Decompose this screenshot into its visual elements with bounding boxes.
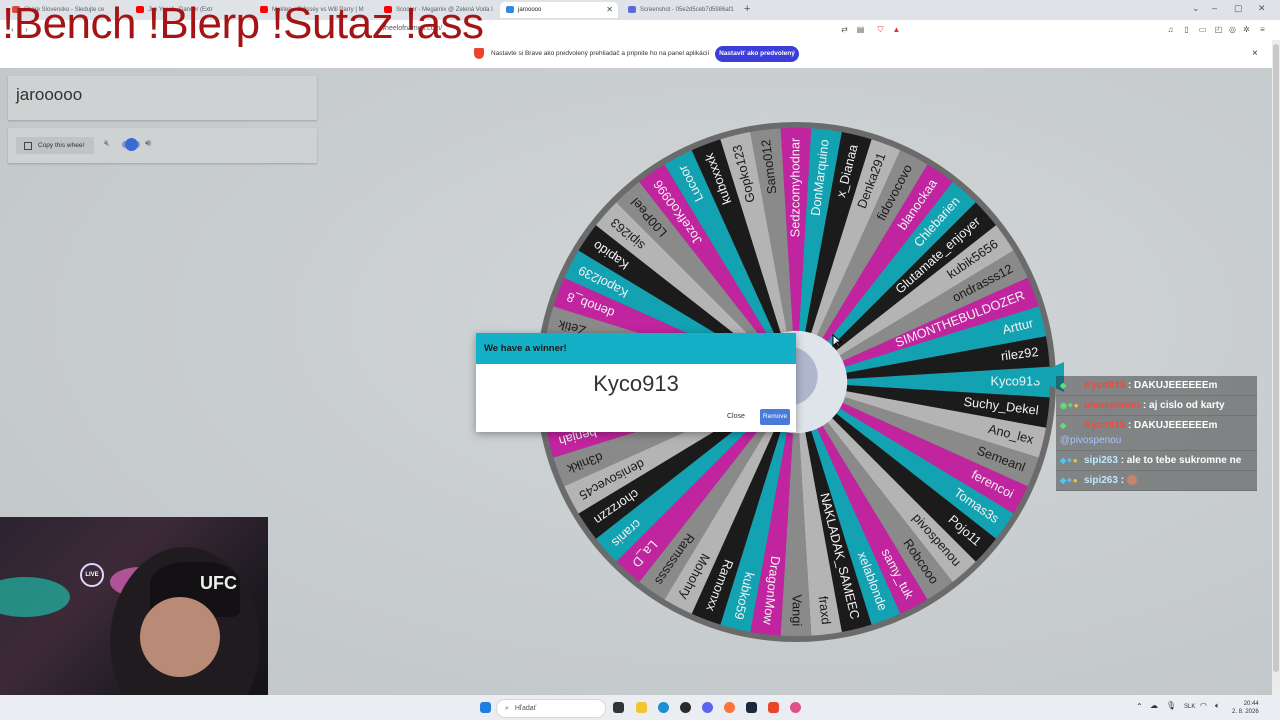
brave-rewards-icon[interactable]: ▲	[892, 25, 901, 34]
translate-icon[interactable]: ⇄	[840, 25, 849, 34]
chat-username: Kyco913	[1084, 420, 1126, 431]
obs-icon[interactable]	[680, 702, 691, 713]
taskbar-clock[interactable]: 20:44 2. 8. 2026	[1232, 700, 1259, 716]
tab-favicon-icon	[506, 5, 514, 13]
wheel-title-card: jarooooo	[8, 76, 317, 120]
brave-shield-icon[interactable]: ⛉	[876, 25, 885, 34]
chat-message: ◆✦● sipi263 :	[1056, 471, 1257, 491]
tab-close-icon[interactable]: ✕	[606, 2, 613, 18]
chat-username: pivospenou	[1084, 400, 1141, 411]
infobar-text: Nastavte si Brave ako predvolený prehlia…	[491, 50, 710, 57]
chat-message: ◆✦● sipi263 : ale to tebe sukromne ne	[1056, 451, 1257, 471]
chat-message: ◆ Kyco913 : DAKUJEEEEEEm	[1056, 376, 1257, 396]
chat-badge-icon: ◆✦●	[1060, 476, 1078, 485]
chat-message: ◉✦● pivospenou : aj cislo od karty	[1056, 396, 1257, 416]
file-explorer-icon[interactable]	[636, 702, 647, 713]
wallet-icon[interactable]: ◰	[1214, 25, 1223, 34]
copy-icon	[24, 142, 32, 150]
speaker-icon[interactable]: 🔈︎	[1215, 701, 1220, 711]
page-scrollbar[interactable]	[1272, 40, 1280, 695]
live-badge-icon: LIVE	[80, 563, 104, 587]
steam-icon[interactable]	[746, 702, 757, 713]
webcam-face	[140, 597, 220, 677]
microphone-icon[interactable]: 🎙︎	[1166, 701, 1176, 710]
new-tab-button[interactable]: +	[744, 3, 750, 15]
chat-username: Kyco913	[1084, 380, 1126, 391]
scrollbar-thumb[interactable]	[1273, 44, 1279, 672]
reader-icon[interactable]: ▤	[856, 25, 865, 34]
wheel-entry-label: Vangi	[790, 594, 805, 626]
stream-overlay-title: !Bench !Blerp !Sutaz !ass	[2, 0, 484, 48]
music-icon[interactable]: ♫	[1166, 25, 1175, 34]
chat-badge-icon: ◆✦●	[1060, 456, 1078, 465]
winner-dialog-title: We have a winner!	[484, 343, 567, 354]
maximize-icon[interactable]: ▢	[1234, 3, 1243, 14]
wifi-icon[interactable]: ◠	[1200, 701, 1207, 710]
mouse-cursor-icon	[832, 334, 842, 348]
discord-icon[interactable]	[702, 702, 713, 713]
close-window-icon[interactable]: ✕	[1258, 3, 1266, 14]
chat-mention: @pivospenou	[1060, 435, 1122, 446]
chat-message: ◆ Kyco913 : DAKUJEEEEEEm @pivospenou	[1056, 416, 1257, 451]
task-view-icon[interactable]	[613, 702, 624, 713]
network-icon[interactable]: ☁	[1150, 701, 1158, 710]
leo-icon[interactable]: ✲	[1242, 25, 1251, 34]
sound-toggle-knob[interactable]	[125, 138, 138, 151]
tab[interactable]: jarooooo ✕	[500, 2, 618, 18]
winner-dialog: We have a winner! Kyco913 Close Remove	[476, 333, 796, 432]
remove-button[interactable]: Remove	[760, 409, 790, 425]
menu-icon[interactable]: ≡	[1258, 25, 1267, 34]
winner-dialog-header: We have a winner!	[476, 333, 796, 364]
chat-text: : aj cislo od karty	[1142, 400, 1225, 411]
copy-wheel-label: Copy this wheel	[38, 142, 84, 149]
chat-text: : DAKUJEEEEEEm	[1127, 380, 1218, 391]
clock-date: 2. 8. 2026	[1232, 709, 1259, 715]
app-icon[interactable]	[790, 702, 801, 713]
chat-text: : DAKUJEEEEEEm	[1127, 420, 1218, 431]
taskbar-search[interactable]: ⌕ Hľadať	[496, 699, 606, 718]
taskbar-search-placeholder: Hľadať	[514, 705, 537, 712]
firefox-icon[interactable]	[724, 702, 735, 713]
winner-name: Kyco913	[593, 371, 679, 396]
webcam-neon-light	[0, 577, 70, 617]
brave-icon[interactable]	[768, 702, 779, 713]
set-default-button[interactable]: Nastaviť ako predvolený	[715, 46, 799, 62]
volume-icon[interactable]: 🔊︎	[145, 138, 151, 149]
chat-badge-icon: ◆	[1060, 421, 1067, 430]
copy-wheel-button[interactable]: Copy this wheel	[16, 137, 94, 154]
tray-expand-icon[interactable]: ⌃	[1136, 702, 1143, 711]
ufc-logo: UFC	[200, 573, 237, 593]
wheel-title[interactable]: jarooooo	[16, 85, 82, 105]
minimize-icon[interactable]: –	[1212, 3, 1217, 13]
vpn-icon[interactable]: ◎	[1228, 25, 1237, 34]
infobar-close-icon[interactable]: ×	[1252, 48, 1258, 59]
webcam-overlay: LIVE UFC	[0, 517, 268, 720]
extensions-icon[interactable]: ▭	[1198, 25, 1207, 34]
language-indicator[interactable]: SLK	[1184, 704, 1195, 710]
brave-logo-icon	[474, 48, 484, 59]
chat-username: sipi263	[1084, 455, 1118, 466]
tab-favicon-icon	[628, 5, 636, 13]
chat-emote-icon	[1126, 475, 1137, 486]
tab[interactable]: Screenshot - 05e2d5ceb7d5986af1	[622, 2, 740, 18]
search-icon: ⌕	[505, 705, 509, 712]
sidebar-icon[interactable]: ▯	[1182, 25, 1191, 34]
windows-taskbar: ⌕ Hľadať ⌃ ☁ 🎙︎ SLK ◠ 🔈︎ 20:44 2. 8. 202…	[0, 695, 1280, 720]
close-button[interactable]: Close	[727, 413, 745, 420]
chat-text: : ale to tebe sukromne ne	[1120, 455, 1242, 466]
edge-icon[interactable]	[658, 702, 669, 713]
start-icon[interactable]	[480, 702, 491, 713]
tab-label: Screenshot - 05e2d5ceb7d5986af1	[640, 7, 734, 13]
wheel-tools-card: Copy this wheel 🔇︎ 🔊︎	[8, 128, 317, 163]
tab-label: jarooooo	[518, 7, 542, 13]
chat-badge-icon: ◉✦●	[1060, 401, 1079, 410]
stream-chat-overlay: ◆ Kyco913 : DAKUJEEEEEEm ◉✦● pivospenou : …	[1056, 376, 1257, 491]
tab-search-icon[interactable]: ⌄	[1192, 3, 1200, 14]
mute-icon[interactable]: 🔇︎	[104, 138, 110, 149]
wheel-entry-label: Sedzcomyhodnar	[787, 137, 802, 237]
chat-text: :	[1120, 475, 1125, 486]
chat-username: sipi263	[1084, 475, 1118, 486]
chat-badge-icon: ◆	[1060, 381, 1067, 390]
clock-time: 20:44	[1243, 701, 1259, 707]
